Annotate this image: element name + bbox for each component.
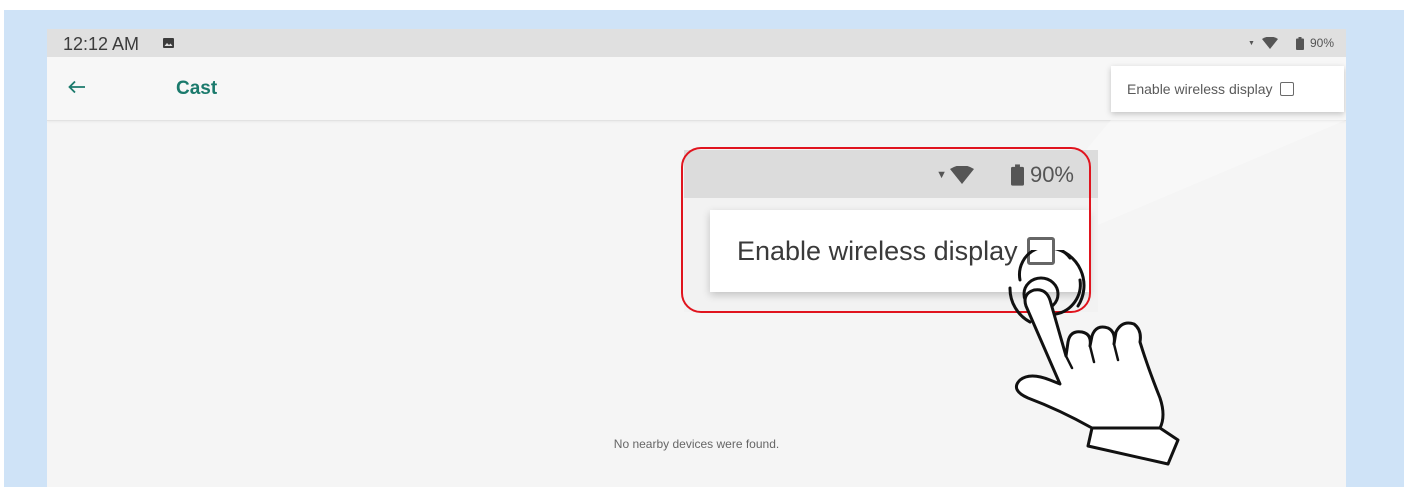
- overflow-menu: Enable wireless display: [1111, 66, 1344, 112]
- signal-icon: ▼: [1248, 39, 1255, 47]
- enable-wireless-display-label[interactable]: Enable wireless display: [1127, 81, 1273, 97]
- zoom-status-bar: ▼ 90%: [684, 150, 1098, 198]
- left-border: [0, 10, 4, 487]
- page-title: Cast: [176, 78, 218, 99]
- status-time: 12:12 AM: [63, 34, 140, 54]
- zoom-battery-icon: [1010, 164, 1024, 186]
- battery-level: 90%: [1309, 36, 1334, 50]
- zoom-battery-level: 90%: [1029, 162, 1074, 187]
- gallery-icon: [163, 38, 174, 48]
- back-arrow-icon: [68, 80, 85, 94]
- tapping-hand-icon: [1008, 250, 1180, 466]
- wifi-icon: [1261, 37, 1278, 49]
- battery-icon: [1295, 36, 1304, 50]
- top-strip: [0, 0, 1404, 10]
- zoom-enable-wireless-display-label: Enable wireless display: [737, 235, 1018, 266]
- status-icons: ▼ 90%: [1248, 36, 1334, 50]
- zoom-signal-icon: ▼: [936, 169, 947, 181]
- zoom-status-icons: ▼ 90%: [936, 162, 1074, 188]
- status-bar: 12:12 AM ▼ 90%: [47, 29, 1346, 57]
- enable-wireless-display-checkbox[interactable]: [1279, 82, 1294, 96]
- zoom-wifi-icon: [949, 166, 974, 184]
- back-button[interactable]: [61, 71, 93, 103]
